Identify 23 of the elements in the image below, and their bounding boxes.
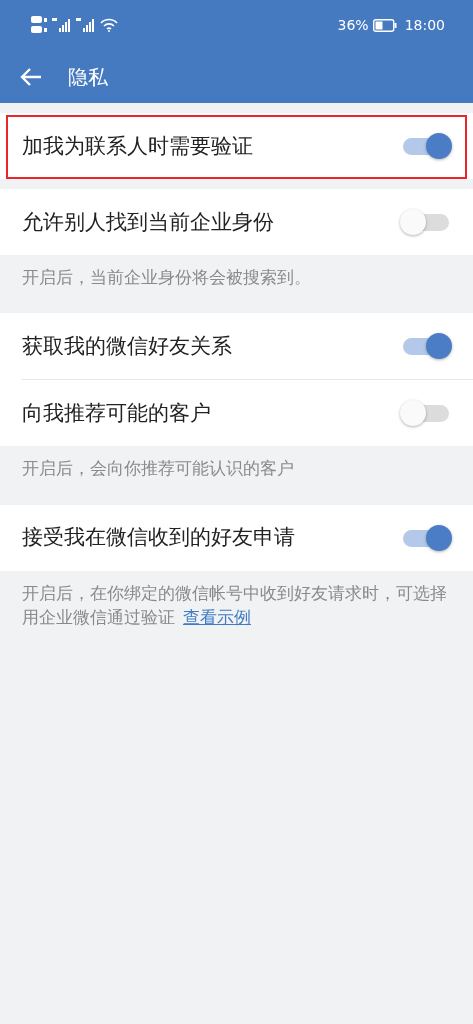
toggle-switch[interactable] (401, 332, 451, 361)
setting-label: 允许别人找到当前企业身份 (22, 208, 274, 236)
hint-text: 开启后，会向你推荐可能认识的客户 (21, 457, 295, 481)
clock: 18:00 (404, 15, 445, 35)
hint-text: 开启后，当前企业身份将会被搜索到。 (21, 266, 312, 289)
wifi-icon (100, 18, 118, 32)
toggle-switch[interactable] (401, 208, 451, 236)
setting-label: 获取我的微信好友关系 (22, 332, 232, 360)
setting-label: 加我为联系人时需要验证 (22, 132, 253, 160)
back-icon[interactable] (20, 66, 42, 87)
toggle-switch[interactable] (401, 132, 451, 160)
signal-icon (52, 18, 72, 32)
sim-card-icon (30, 14, 48, 36)
hint-text: 开启后，在你绑定的微信帐号中收到好友请求时，可选择用企业微信通过验证 查看示例 (21, 581, 448, 630)
toggle-switch[interactable] (401, 399, 451, 428)
page-title: 隐私 (68, 63, 108, 91)
toggle-switch[interactable] (401, 523, 451, 552)
battery-icon (372, 18, 397, 32)
setting-label: 向我推荐可能的客户 (22, 399, 211, 427)
setting-label: 接受我在微信收到的好友申请 (22, 524, 295, 552)
battery-level: 36% (337, 15, 369, 35)
signal-icon (76, 18, 96, 32)
example-link[interactable]: 查看示例 (183, 607, 251, 628)
